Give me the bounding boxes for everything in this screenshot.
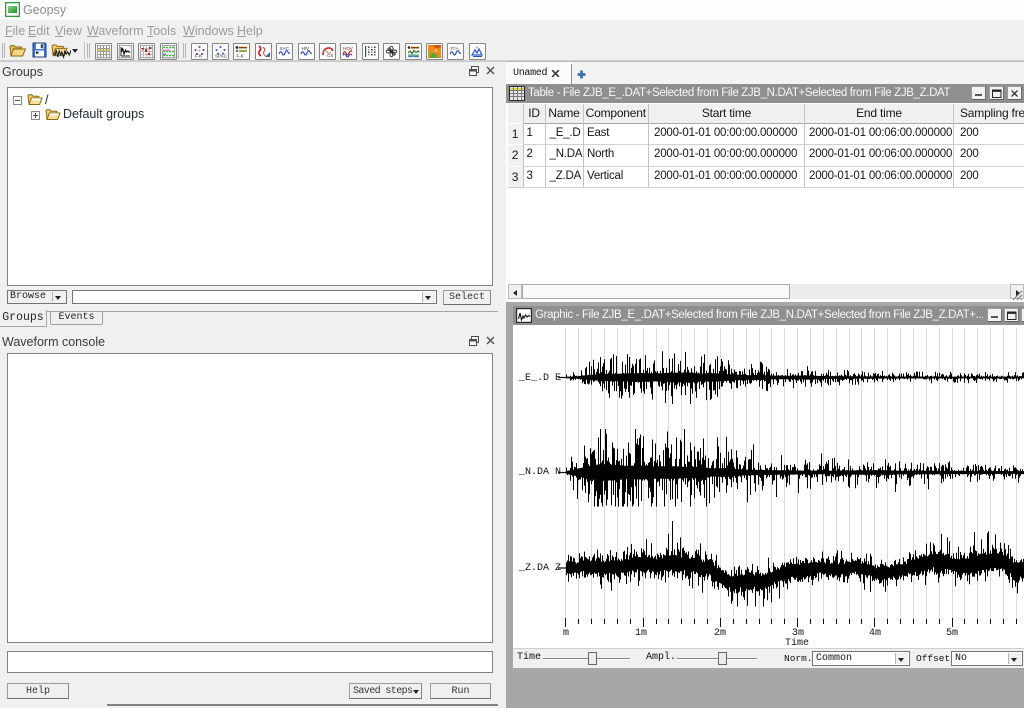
svg-text:CX: CX <box>327 53 333 58</box>
svg-text:F-K: F-K <box>237 54 244 59</box>
svg-text:SAC: SAC <box>280 46 290 51</box>
svg-text:F-K: F-K <box>195 54 202 59</box>
svg-text:HOV: HOV <box>343 46 353 51</box>
svg-text:H/V: H/V <box>301 46 309 51</box>
svg-text:SPAC: SPAC <box>215 54 227 59</box>
